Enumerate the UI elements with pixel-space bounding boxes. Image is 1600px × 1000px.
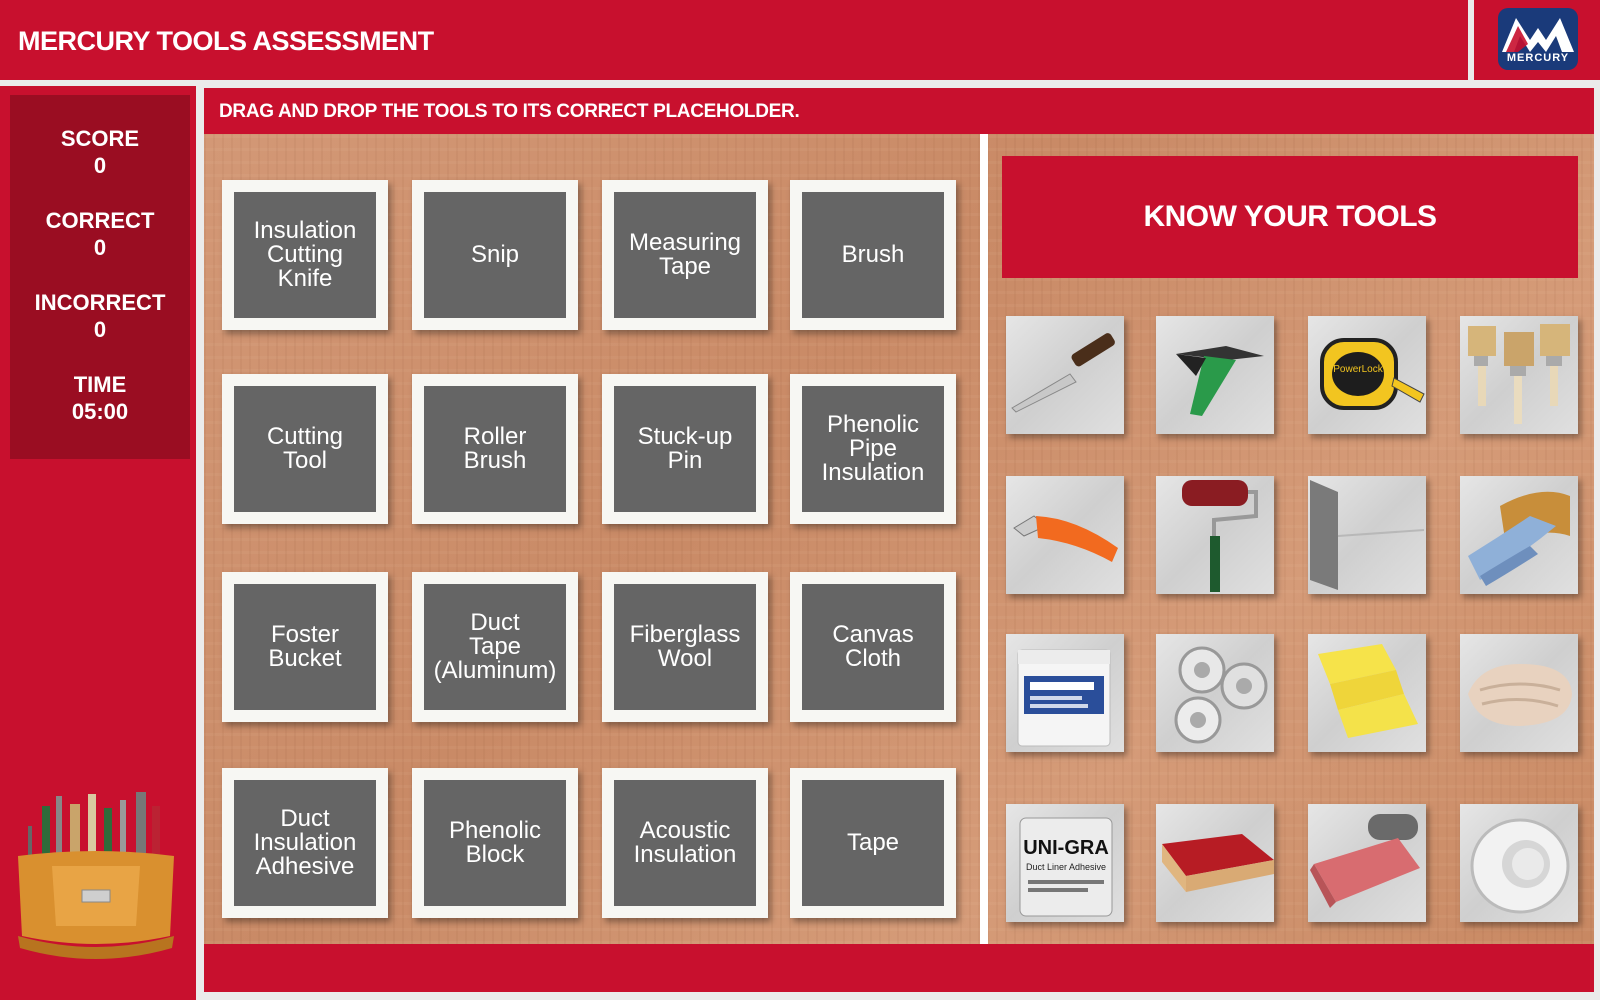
canvas-cloth-icon[interactable] bbox=[1460, 634, 1578, 752]
measuring-tape-brand: PowerLock bbox=[1333, 364, 1383, 375]
toolbelt-icon bbox=[12, 786, 180, 966]
brush-icon[interactable] bbox=[1460, 316, 1578, 434]
slot-label: Tape bbox=[846, 829, 900, 856]
slot-label: Canvas Cloth bbox=[832, 621, 914, 672]
pipe-insulation-icon[interactable] bbox=[1460, 476, 1578, 594]
bucket-icon[interactable] bbox=[1006, 634, 1124, 752]
correct-stat: CORRECT 0 bbox=[10, 207, 190, 261]
incorrect-label: INCORRECT bbox=[34, 290, 166, 315]
drop-slot-snip[interactable]: Snip bbox=[412, 180, 578, 330]
drop-slot-acoustic-insulation[interactable]: Acoustic Insulation bbox=[602, 768, 768, 918]
drop-slot-stuck-up-pin[interactable]: Stuck-up Pin bbox=[602, 374, 768, 524]
tape-roll-icon[interactable] bbox=[1460, 804, 1578, 922]
logo-container: MERCURY bbox=[1474, 0, 1600, 80]
slot-label: Duct Insulation Adhesive bbox=[253, 805, 357, 880]
incorrect-value: 0 bbox=[93, 317, 107, 342]
scoreboard: SCORE 0 CORRECT 0 INCORRECT 0 TIME 05:00 bbox=[10, 95, 190, 459]
time-stat: TIME 05:00 bbox=[10, 371, 190, 425]
know-your-tools-banner: KNOW YOUR TOOLS bbox=[1002, 156, 1578, 278]
slot-label: Roller Brush bbox=[463, 423, 527, 474]
footer-bar bbox=[204, 944, 1594, 992]
drop-slot-fiberglass-wool[interactable]: Fiberglass Wool bbox=[602, 572, 768, 722]
aluminum-tape-icon[interactable] bbox=[1156, 634, 1274, 752]
adhesive-can-icon[interactable]: UNI-GRA Duct Liner Adhesive bbox=[1006, 804, 1124, 922]
drop-slot-canvas-cloth[interactable]: Canvas Cloth bbox=[790, 572, 956, 722]
score-value: 0 bbox=[93, 153, 107, 178]
acoustic-insulation-icon[interactable] bbox=[1308, 804, 1426, 922]
slot-label: Foster Bucket bbox=[268, 621, 342, 672]
slot-label: Fiberglass Wool bbox=[629, 621, 741, 672]
measuring-tape-icon[interactable]: PowerLock bbox=[1308, 316, 1426, 434]
mercury-logo: MERCURY bbox=[1498, 8, 1578, 70]
slot-label: Brush bbox=[841, 241, 905, 268]
drop-slot-measuring-tape[interactable]: Measuring Tape bbox=[602, 180, 768, 330]
cutting-tool-icon[interactable] bbox=[1006, 476, 1124, 594]
drop-slot-duct-insulation-adhesive[interactable]: Duct Insulation Adhesive bbox=[222, 768, 388, 918]
drop-slot-tape[interactable]: Tape bbox=[790, 768, 956, 918]
incorrect-stat: INCORRECT 0 bbox=[10, 289, 190, 343]
slot-label: Cutting Tool bbox=[266, 423, 344, 474]
slot-label: Stuck-up Pin bbox=[637, 423, 733, 474]
slot-label: Snip bbox=[470, 241, 520, 268]
slot-label: Insulation Cutting Knife bbox=[253, 217, 357, 292]
drop-slot-brush[interactable]: Brush bbox=[790, 180, 956, 330]
logo-text: MERCURY bbox=[1506, 52, 1570, 64]
score-stat: SCORE 0 bbox=[10, 125, 190, 179]
slot-label: Phenolic Pipe Insulation bbox=[821, 411, 925, 486]
app-header: MERCURY TOOLS ASSESSMENT bbox=[0, 0, 1468, 80]
left-panel: SCORE 0 CORRECT 0 INCORRECT 0 TIME 05:00 bbox=[0, 86, 196, 1000]
drop-slot-insulation-cutting-knife[interactable]: Insulation Cutting Knife bbox=[222, 180, 388, 330]
fiberglass-wool-icon[interactable] bbox=[1308, 634, 1426, 752]
app-title: MERCURY TOOLS ASSESSMENT bbox=[18, 26, 434, 56]
drop-slot-duct-tape-aluminum[interactable]: Duct Tape (Aluminum) bbox=[412, 572, 578, 722]
drop-slot-roller-brush[interactable]: Roller Brush bbox=[412, 374, 578, 524]
correct-label: CORRECT bbox=[45, 208, 155, 233]
score-label: SCORE bbox=[60, 126, 140, 151]
correct-value: 0 bbox=[93, 235, 107, 260]
time-label: TIME bbox=[73, 372, 127, 397]
slot-label: Phenolic Block bbox=[448, 817, 542, 868]
drop-slot-cutting-tool[interactable]: Cutting Tool bbox=[222, 374, 388, 524]
board-divider bbox=[980, 134, 988, 944]
adhesive-brand-text: UNI-GRA bbox=[1023, 837, 1109, 859]
snip-icon[interactable] bbox=[1156, 316, 1274, 434]
stuck-up-pin-icon[interactable] bbox=[1308, 476, 1426, 594]
instructions-bar: DRAG AND DROP THE TOOLS TO ITS CORRECT P… bbox=[204, 88, 1594, 134]
slot-label: Duct Tape (Aluminum) bbox=[433, 609, 557, 684]
drop-slot-phenolic-pipe-insulation[interactable]: Phenolic Pipe Insulation bbox=[790, 374, 956, 524]
knife-icon[interactable] bbox=[1006, 316, 1124, 434]
drop-slot-phenolic-block[interactable]: Phenolic Block bbox=[412, 768, 578, 918]
phenolic-block-icon[interactable] bbox=[1156, 804, 1274, 922]
adhesive-sub-text: Duct Liner Adhesive bbox=[1026, 862, 1106, 872]
drop-slot-foster-bucket[interactable]: Foster Bucket bbox=[222, 572, 388, 722]
know-your-tools-title: KNOW YOUR TOOLS bbox=[1143, 200, 1437, 233]
instructions-text: DRAG AND DROP THE TOOLS TO ITS CORRECT P… bbox=[219, 101, 800, 122]
slot-label: Acoustic Insulation bbox=[633, 817, 737, 868]
time-value: 05:00 bbox=[71, 399, 129, 424]
roller-brush-icon[interactable] bbox=[1156, 476, 1274, 594]
slot-label: Measuring Tape bbox=[628, 229, 742, 280]
